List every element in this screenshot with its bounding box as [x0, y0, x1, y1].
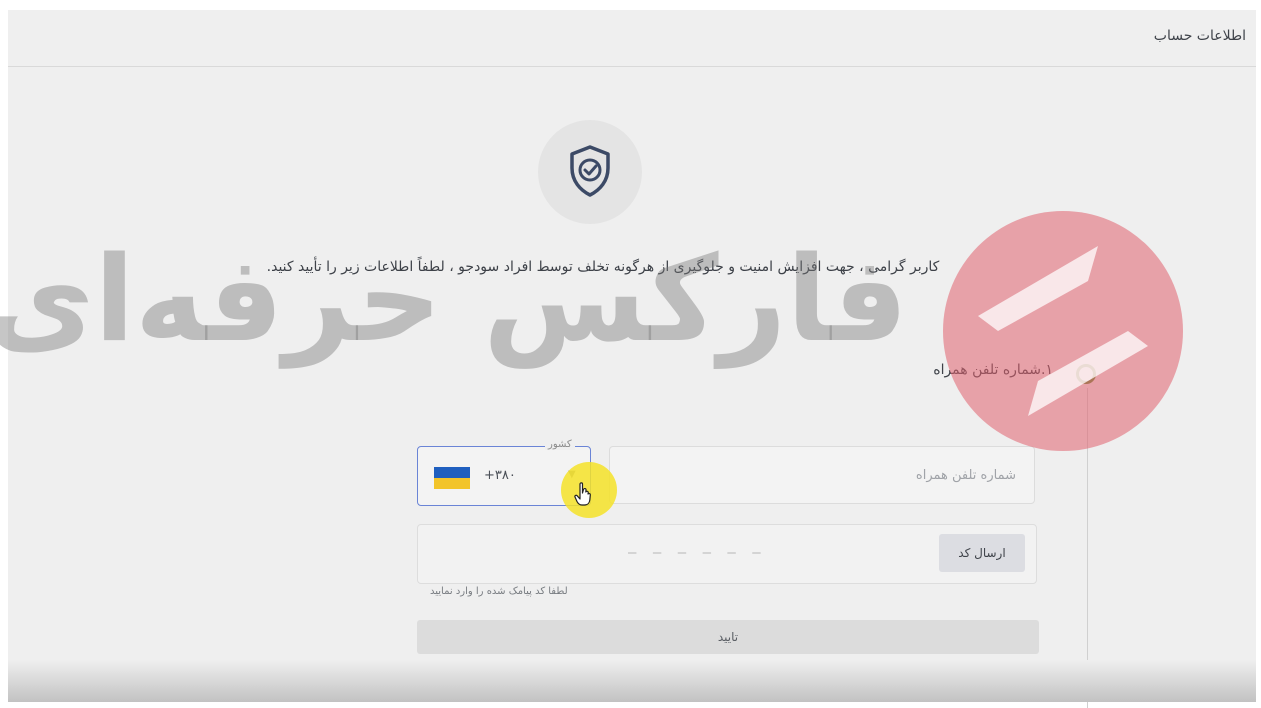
account-info-page: اطلاعات حساب کاربر گرامی ، جهت افزایش ام…: [0, 10, 1256, 708]
bottom-shadow: [8, 660, 1256, 702]
ukraine-flag-icon: [434, 467, 470, 489]
code-placeholder-dashes: — — — — — —: [628, 545, 765, 561]
page-title: اطلاعات حساب: [1153, 28, 1246, 44]
dial-code: +۳۸۰: [484, 468, 516, 483]
verification-code-field[interactable]: — — — — — — ارسال کد: [417, 524, 1037, 584]
hand-pointer-icon: [574, 482, 591, 506]
security-badge: [538, 120, 642, 224]
confirm-button[interactable]: تایید: [417, 620, 1039, 654]
shield-check-icon: [570, 145, 610, 197]
code-hint-text: لطفا کد پیامک شده را وارد نمایید: [430, 586, 568, 597]
watermark-logo-icon: [943, 211, 1183, 451]
watermark-text: فارکس حرفه‌ای: [0, 230, 908, 368]
header-bar: اطلاعات حساب: [8, 10, 1256, 67]
country-select-label: کشور: [545, 439, 575, 450]
send-code-button[interactable]: ارسال کد: [939, 534, 1025, 572]
